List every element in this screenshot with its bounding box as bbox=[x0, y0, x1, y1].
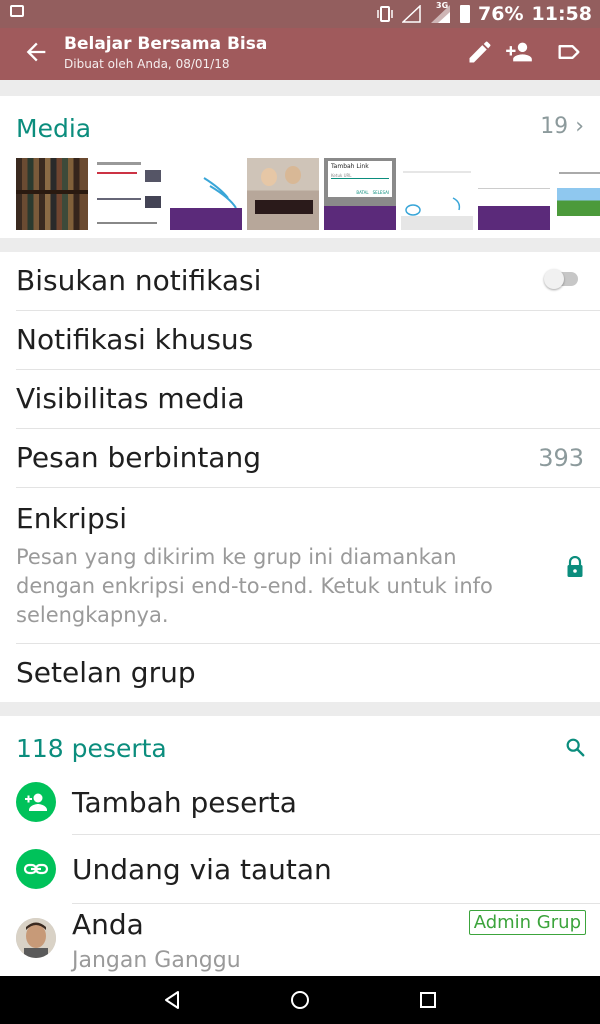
chevron-right-icon: › bbox=[575, 114, 584, 139]
edit-icon[interactable] bbox=[466, 38, 494, 66]
invite-link-row[interactable]: Undang via tautan bbox=[0, 835, 600, 903]
mute-notifications-label: Bisukan notifikasi bbox=[16, 264, 262, 297]
nav-back-icon[interactable] bbox=[160, 988, 184, 1012]
back-arrow-icon[interactable] bbox=[22, 38, 50, 66]
media-thumbnails: Tambah Link Ketuk URL BATAL SELESAI bbox=[16, 158, 600, 230]
media-count[interactable]: 19 › bbox=[540, 114, 584, 139]
label-icon[interactable] bbox=[555, 38, 583, 66]
add-person-icon[interactable] bbox=[505, 38, 533, 66]
signal-3g-icon: 3G bbox=[430, 1, 452, 24]
thumb-dialog-cancel: BATAL bbox=[356, 190, 369, 195]
system-nav-bar bbox=[0, 976, 600, 1024]
media-section: Media 19 › Tambah Link Ketuk URL BATAL S… bbox=[0, 96, 600, 238]
invite-link-label: Undang via tautan bbox=[72, 853, 332, 886]
mute-toggle[interactable] bbox=[544, 269, 578, 289]
starred-messages-label: Pesan berbintang bbox=[16, 441, 261, 474]
media-thumb-event-photo[interactable] bbox=[247, 158, 319, 230]
lock-icon bbox=[567, 556, 583, 577]
participants-count-title: 118 peserta bbox=[16, 734, 167, 763]
encryption-label: Enkripsi bbox=[16, 502, 128, 535]
member-name: Anda bbox=[72, 908, 144, 941]
thumb-dialog-title: Tambah Link bbox=[331, 163, 369, 170]
thumb-dialog-hint: Ketuk URL bbox=[331, 173, 389, 179]
avatar bbox=[16, 918, 56, 958]
media-count-value: 19 bbox=[540, 114, 569, 139]
media-thumb-keyboard[interactable] bbox=[478, 158, 550, 230]
status-bar: 3G 76% 11:58 bbox=[0, 0, 600, 28]
participants-section: 118 peserta Tambah peserta Undang via ta… bbox=[0, 716, 600, 976]
link-icon bbox=[23, 863, 49, 875]
battery-icon bbox=[460, 5, 471, 23]
media-thumb-keyboard-sketch[interactable] bbox=[170, 158, 242, 230]
nav-recents-icon[interactable] bbox=[416, 988, 440, 1012]
group-settings-label: Setelan grup bbox=[16, 656, 196, 689]
encryption-row[interactable]: Enkripsi Pesan yang dikirim ke grup ini … bbox=[0, 488, 600, 643]
settings-section: Bisukan notifikasi Notifikasi khusus Vis… bbox=[0, 252, 600, 702]
clock: 11:58 bbox=[531, 3, 592, 25]
custom-notifications-row[interactable]: Notifikasi khusus bbox=[0, 311, 600, 369]
network-type-label: 3G bbox=[436, 1, 449, 10]
gallery-notification-icon bbox=[10, 5, 24, 17]
starred-messages-row[interactable]: Pesan berbintang 393 bbox=[0, 429, 600, 487]
custom-notifications-label: Notifikasi khusus bbox=[16, 323, 254, 356]
group-settings-row[interactable]: Setelan grup bbox=[0, 644, 600, 702]
group-subtitle: Dibuat oleh Anda, 08/01/18 bbox=[64, 57, 230, 71]
mute-toggle-knob bbox=[544, 269, 564, 289]
group-title[interactable]: Belajar Bersama Bisa bbox=[64, 34, 267, 54]
app-toolbar: Belajar Bersama Bisa Dibuat oleh Anda, 0… bbox=[0, 28, 600, 80]
thumb-dialog-ok: SELESAI bbox=[372, 190, 389, 195]
member-row[interactable]: Anda Jangan Ganggu Admin Grup bbox=[0, 904, 600, 976]
add-participant-icon-circle bbox=[16, 782, 56, 822]
add-participant-label: Tambah peserta bbox=[72, 786, 297, 819]
nav-home-icon[interactable] bbox=[288, 988, 312, 1012]
add-person-icon bbox=[25, 793, 47, 811]
encryption-description: Pesan yang dikirim ke grup ini diamankan… bbox=[16, 545, 493, 627]
admin-badge: Admin Grup bbox=[468, 910, 586, 935]
media-thumb-landscape[interactable] bbox=[555, 158, 600, 230]
vibrate-icon bbox=[377, 6, 393, 22]
media-thumb-article-list[interactable] bbox=[93, 158, 165, 230]
media-thumb-books[interactable] bbox=[16, 158, 88, 230]
battery-percent: 76% bbox=[478, 3, 524, 25]
member-status: Jangan Ganggu bbox=[72, 948, 241, 973]
media-thumb-sketch-keyboard[interactable] bbox=[401, 158, 473, 230]
signal-empty-icon bbox=[402, 5, 421, 23]
link-icon-circle bbox=[16, 849, 56, 889]
media-title[interactable]: Media bbox=[16, 114, 91, 143]
media-thumb-link-dialog[interactable]: Tambah Link Ketuk URL BATAL SELESAI bbox=[324, 158, 396, 230]
mute-notifications-row[interactable]: Bisukan notifikasi bbox=[0, 252, 600, 310]
starred-messages-count: 393 bbox=[538, 444, 584, 472]
status-bar-right: 3G 76% 11:58 bbox=[376, 1, 592, 26]
add-participant-row[interactable]: Tambah peserta bbox=[0, 770, 600, 834]
search-icon[interactable] bbox=[564, 736, 586, 758]
media-visibility-row[interactable]: Visibilitas media bbox=[0, 370, 600, 428]
media-visibility-label: Visibilitas media bbox=[16, 382, 245, 415]
